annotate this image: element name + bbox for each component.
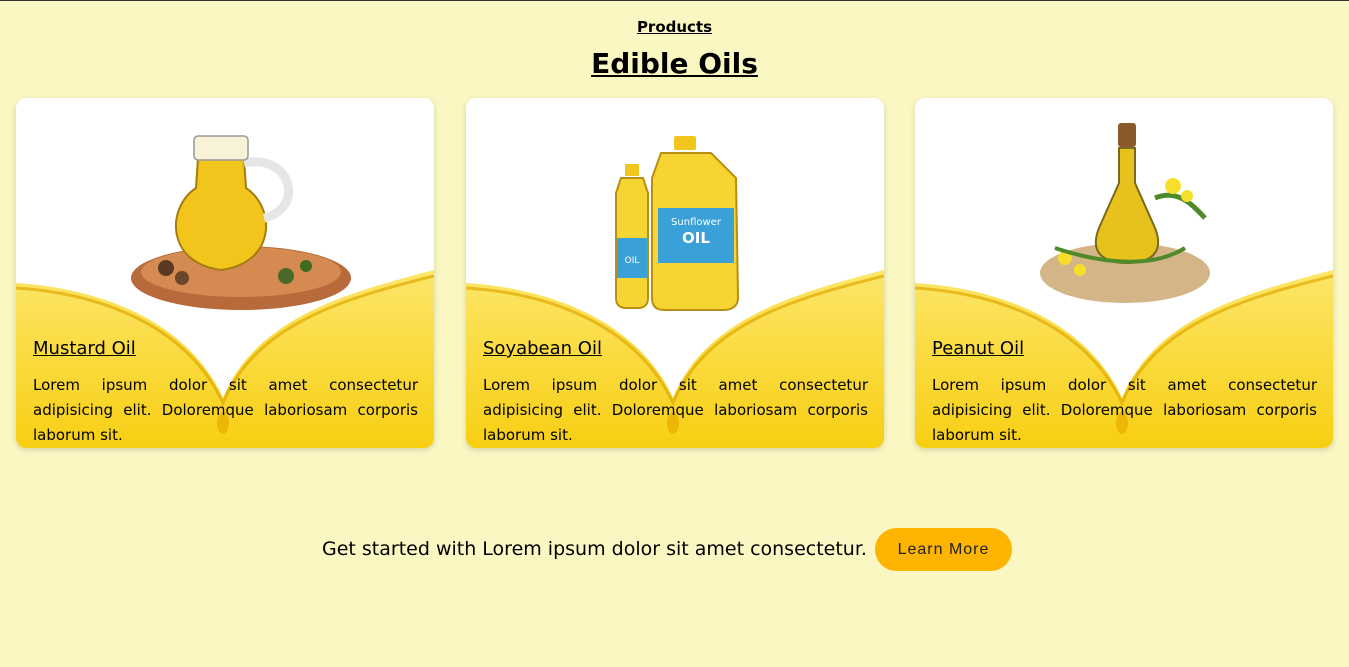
big-bottle-label-sub: OIL [682,229,710,247]
product-description: Lorem ipsum dolor sit amet consectetur a… [483,376,868,444]
product-description: Lorem ipsum dolor sit amet consectetur a… [932,376,1317,444]
product-title[interactable]: Peanut Oil [932,338,1024,359]
oil-bottles-icon: Sunflower OIL OIL [615,136,740,311]
oil-jug-icon [131,135,351,310]
product-title[interactable]: Soyabean Oil [483,338,602,359]
products-eyebrow: Products [636,18,713,36]
page-title: Edible Oils [591,47,758,80]
learn-more-button[interactable]: Learn More [875,528,1012,571]
product-description: Lorem ipsum dolor sit amet consectetur a… [33,376,418,444]
product-title[interactable]: Mustard Oil [33,338,136,359]
oil-flask-icon [1040,123,1210,303]
small-bottle-label: OIL [625,256,640,266]
product-card-soyabean-oil[interactable]: Sunflower OIL OIL Soyabean Oil Lorem ips… [466,98,884,448]
product-card-peanut-oil[interactable]: Peanut Oil Lorem ipsum dolor sit amet co… [915,98,1333,448]
big-bottle-label: Sunflower [671,217,722,228]
product-card-mustard-oil[interactable]: Mustard Oil Lorem ipsum dolor sit amet c… [16,98,434,448]
cta-text: Get started with Lorem ipsum dolor sit a… [322,538,867,560]
